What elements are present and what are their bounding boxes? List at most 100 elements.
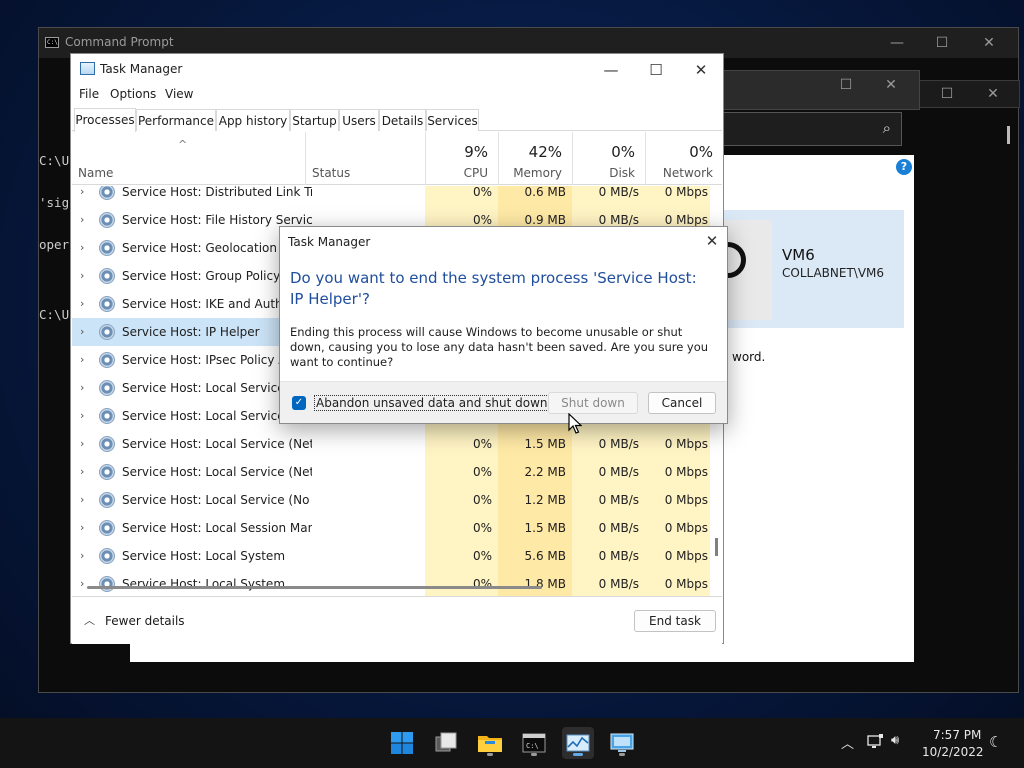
clock-date[interactable]: 10/2/2022 — [922, 745, 984, 759]
expand-chevron-icon[interactable]: › — [80, 346, 90, 374]
service-gear-icon — [99, 436, 115, 452]
tab-details[interactable]: Details — [379, 109, 426, 131]
horizontal-scrollbar-thumb[interactable] — [87, 586, 542, 589]
column-memory[interactable]: 42% Memory — [498, 132, 572, 185]
expand-chevron-icon[interactable]: › — [80, 486, 90, 514]
cmd-scrollbar[interactable] — [1007, 126, 1010, 144]
shut-down-button[interactable]: Shut down — [548, 392, 638, 414]
cpu-value: 0% — [425, 570, 498, 598]
vertical-scrollbar-thumb[interactable] — [715, 538, 718, 556]
remote-desktop-taskbar-button[interactable] — [606, 727, 638, 759]
column-name-label: Name — [78, 166, 114, 180]
dialog-heading: Do you want to end the system process 'S… — [290, 269, 697, 308]
menu-file[interactable]: File — [79, 87, 99, 101]
maximize-button[interactable]: ☐ — [826, 74, 866, 96]
tab-startup[interactable]: Startup — [290, 109, 339, 131]
maximize-button[interactable]: ☐ — [634, 58, 678, 82]
close-button[interactable]: ✕ — [871, 74, 911, 96]
volume-icon[interactable]: 🔊︎ — [891, 733, 899, 748]
table-row[interactable]: › Service Host: Distributed Link Tr... 0% 0… — [72, 186, 710, 206]
dialog-close-button[interactable]: ✕ — [698, 229, 726, 253]
expand-chevron-icon[interactable]: › — [80, 570, 90, 598]
disk-value: 0 MB/s — [572, 570, 645, 598]
cpu-value: 0% — [425, 186, 498, 206]
search-icon[interactable]: ⌕ — [883, 119, 891, 137]
disk-value: 0 MB/s — [572, 186, 645, 206]
user-card[interactable]: VM6 COLLABNET\VM6 — [710, 210, 904, 328]
table-row[interactable]: › Service Host: Local System 0% 5.6 MB 0 MB/… — [72, 542, 710, 570]
expand-chevron-icon[interactable]: › — [80, 206, 90, 234]
process-name: Service Host: Local Session Man... — [122, 521, 312, 535]
maximize-button[interactable]: ☐ — [927, 83, 967, 105]
abandon-data-checkbox-label[interactable]: Abandon unsaved data and shut down. — [314, 395, 554, 411]
network-percent: 0% — [689, 143, 713, 161]
service-gear-icon — [99, 186, 115, 200]
table-row[interactable]: › Service Host: Local System 0% 1.8 MB 0 MB/… — [72, 570, 710, 598]
memory-value: 0.6 MB — [498, 186, 572, 206]
menu-view[interactable]: View — [165, 87, 193, 101]
expand-chevron-icon[interactable]: › — [80, 458, 90, 486]
expand-chevron-icon[interactable]: › — [80, 234, 90, 262]
chevron-up-icon[interactable]: ︿ — [84, 612, 95, 628]
end-process-dialog[interactable]: Task Manager ✕ Do you want to end the sy… — [279, 226, 728, 424]
column-network[interactable]: 0% Network — [645, 132, 723, 185]
minimize-button[interactable]: — — [589, 58, 633, 82]
service-gear-icon — [99, 548, 115, 564]
column-name[interactable]: Name — [72, 132, 305, 185]
expand-chevron-icon[interactable]: › — [80, 430, 90, 458]
start-button[interactable] — [386, 727, 418, 759]
tab-performance[interactable]: Performance — [136, 109, 216, 131]
fewer-details-link[interactable]: Fewer details — [105, 614, 185, 628]
disk-value: 0 MB/s — [572, 542, 645, 570]
expand-chevron-icon[interactable]: › — [80, 514, 90, 542]
close-button[interactable]: ✕ — [679, 58, 723, 82]
memory-value: 1.5 MB — [498, 514, 572, 542]
menu-options[interactable]: Options — [110, 87, 156, 101]
process-name: Service Host: Distributed Link Tr... — [122, 186, 312, 199]
minimize-button[interactable]: — — [877, 32, 917, 54]
user-avatar — [710, 220, 772, 320]
taskbar: C:\ ︿ 🔊︎ 7:57 PM 10/2/2022 ☾ — [0, 718, 1024, 768]
network-icon[interactable] — [866, 734, 884, 750]
window-title: Command Prompt — [65, 35, 174, 49]
column-cpu[interactable]: 9% CPU — [425, 132, 498, 185]
network-value: 0 Mbps — [645, 458, 710, 486]
disk-value: 0 MB/s — [572, 514, 645, 542]
column-status[interactable]: Status — [305, 132, 425, 185]
running-indicator — [487, 753, 493, 756]
expand-chevron-icon[interactable]: › — [80, 290, 90, 318]
expand-chevron-icon[interactable]: › — [80, 374, 90, 402]
tab-processes[interactable]: Processes — [74, 108, 136, 132]
help-icon[interactable]: ? — [896, 159, 912, 175]
expand-chevron-icon[interactable]: › — [80, 402, 90, 430]
task-manager-taskbar-button[interactable] — [562, 727, 594, 759]
expand-chevron-icon[interactable]: › — [80, 542, 90, 570]
maximize-button[interactable]: ☐ — [922, 32, 962, 54]
tab-users[interactable]: Users — [339, 109, 379, 131]
table-row[interactable]: › Service Host: Local Session Man... 0% 1.5… — [72, 514, 710, 542]
expand-chevron-icon[interactable]: › — [80, 318, 90, 346]
command-prompt-taskbar-button[interactable]: C:\ — [518, 727, 550, 759]
settings-search-bar[interactable]: ⌕ — [722, 112, 902, 146]
service-gear-icon — [99, 576, 115, 592]
focus-assist-moon-icon[interactable]: ☾ — [989, 733, 1002, 751]
show-hidden-icons-chevron-icon[interactable]: ︿ — [841, 733, 854, 752]
cancel-button[interactable]: Cancel — [648, 392, 716, 414]
dialog-body: Ending this process will cause Windows t… — [290, 325, 709, 369]
task-view-button[interactable] — [430, 727, 462, 759]
close-button[interactable]: ✕ — [973, 83, 1013, 105]
expand-chevron-icon[interactable]: › — [80, 186, 90, 206]
end-task-button[interactable]: End task — [634, 610, 716, 632]
table-row[interactable]: › Service Host: Local Service (Net... 0% 2.… — [72, 458, 710, 486]
abandon-data-checkbox[interactable]: ✓ — [292, 396, 306, 410]
tab-services[interactable]: Services — [426, 109, 479, 131]
column-disk[interactable]: 0% Disk — [572, 132, 645, 185]
clock-time[interactable]: 7:57 PM — [933, 728, 981, 742]
title-bar[interactable]: Task Manager — ☐ ✕ — [71, 54, 723, 84]
tab-app-history[interactable]: App history — [216, 109, 290, 131]
file-explorer-button[interactable] — [474, 727, 506, 759]
expand-chevron-icon[interactable]: › — [80, 262, 90, 290]
close-button[interactable]: ✕ — [969, 32, 1009, 54]
table-row[interactable]: › Service Host: Local Service (No ... 0% 1.… — [72, 486, 710, 514]
table-row[interactable]: › Service Host: Local Service (Net... 0% 1.… — [72, 430, 710, 458]
